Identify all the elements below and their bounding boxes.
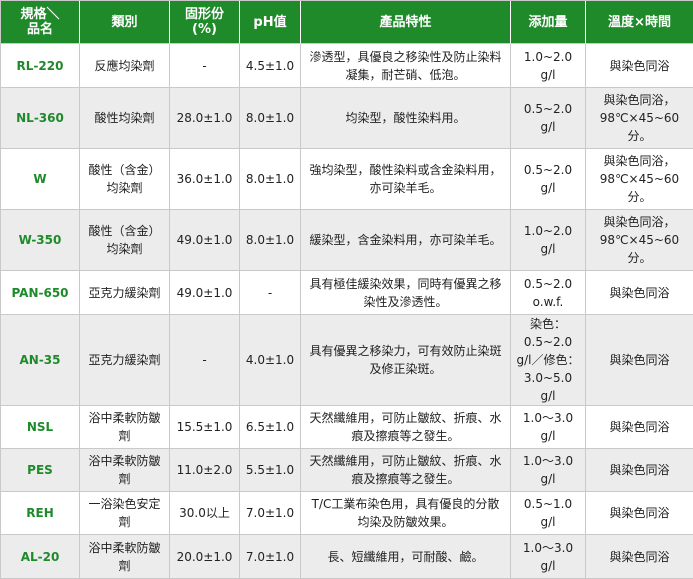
product-ph: 7.0±1.0 — [240, 492, 301, 535]
product-features: 強均染型，酸性染料或含金染料用，亦可染羊毛。 — [301, 149, 511, 210]
product-category: 亞克力緩染劑 — [80, 315, 170, 406]
product-ph: 4.5±1.0 — [240, 44, 301, 88]
product-dosage: 1.0～3.0 g/l — [511, 535, 586, 579]
product-ph: 8.0±1.0 — [240, 210, 301, 271]
header-temp-time: 溫度×時間 — [586, 1, 693, 44]
product-dosage: 1.0～3.0 g/l — [511, 406, 586, 449]
product-temp-time: 與染色同浴 — [586, 406, 693, 449]
product-solids: 49.0±1.0 — [170, 210, 240, 271]
table-row: AL-20 浴中柔軟防皺劑 20.0±1.0 7.0±1.0 長、短纖維用，可耐… — [1, 535, 693, 579]
table-row: PAN-650 亞克力緩染劑 49.0±1.0 - 具有極佳緩染效果，同時有優異… — [1, 271, 693, 315]
product-temp-time: 與染色同浴 — [586, 535, 693, 579]
product-dosage: 1.0～3.0 g/l — [511, 449, 586, 492]
product-features: 滲透型，具優良之移染性及防止染料凝集，耐芒硝、低泡。 — [301, 44, 511, 88]
product-features: 緩染型，含金染料用，亦可染羊毛。 — [301, 210, 511, 271]
product-category: 酸性（含金）均染劑 — [80, 149, 170, 210]
product-solids: 30.0以上 — [170, 492, 240, 535]
product-dosage: 1.0~2.0 g/l — [511, 210, 586, 271]
product-features: 具有極佳緩染效果，同時有優異之移染性及滲透性。 — [301, 271, 511, 315]
product-category: 一浴染色安定劑 — [80, 492, 170, 535]
product-features: 天然纖維用，可防止皺紋、折痕、水痕及擦痕等之發生。 — [301, 406, 511, 449]
product-dosage: 0.5~1.0 g/l — [511, 492, 586, 535]
header-solids: 固形份(%) — [170, 1, 240, 44]
header-dosage: 添加量 — [511, 1, 586, 44]
product-temp-time: 與染色同浴 — [586, 449, 693, 492]
product-code: NSL — [1, 406, 80, 449]
product-code: W — [1, 149, 80, 210]
product-temp-time: 與染色同浴 — [586, 492, 693, 535]
product-code: AL-20 — [1, 535, 80, 579]
product-code: RL-220 — [1, 44, 80, 88]
header-corner-bottom: 品名 — [26, 22, 53, 37]
product-temp-time: 與染色同浴，98℃×45~60分。 — [586, 88, 693, 149]
table-header-row: 規格＼ 品名 類別 固形份(%) pH值 產品特性 添加量 溫度×時間 — [1, 1, 693, 44]
table-row: NSL 浴中柔軟防皺劑 15.5±1.0 6.5±1.0 天然纖維用，可防止皺紋… — [1, 406, 693, 449]
product-temp-time: 與染色同浴，98℃×45~60分。 — [586, 149, 693, 210]
product-features: 天然纖維用，可防止皺紋、折痕、水痕及擦痕等之發生。 — [301, 449, 511, 492]
product-features: 具有優異之移染力，可有效防止染斑及修正染斑。 — [301, 315, 511, 406]
product-code: NL-360 — [1, 88, 80, 149]
product-temp-time: 與染色同浴 — [586, 44, 693, 88]
product-code: PAN-650 — [1, 271, 80, 315]
product-spec-table: 規格＼ 品名 類別 固形份(%) pH值 產品特性 添加量 溫度×時間 RL-2… — [0, 0, 693, 579]
product-features: 長、短纖維用，可耐酸、鹼。 — [301, 535, 511, 579]
product-dosage: 0.5~2.0 g/l — [511, 88, 586, 149]
table-row: W-350 酸性（含金）均染劑 49.0±1.0 8.0±1.0 緩染型，含金染… — [1, 210, 693, 271]
product-code: AN-35 — [1, 315, 80, 406]
product-solids: 11.0±2.0 — [170, 449, 240, 492]
product-category: 反應均染劑 — [80, 44, 170, 88]
product-ph: - — [240, 271, 301, 315]
header-corner: 規格＼ 品名 — [1, 1, 80, 44]
product-solids: 28.0±1.0 — [170, 88, 240, 149]
product-ph: 8.0±1.0 — [240, 149, 301, 210]
product-code: REH — [1, 492, 80, 535]
product-solids: 36.0±1.0 — [170, 149, 240, 210]
table-row: W 酸性（含金）均染劑 36.0±1.0 8.0±1.0 強均染型，酸性染料或含… — [1, 149, 693, 210]
product-category: 浴中柔軟防皺劑 — [80, 449, 170, 492]
table-row: PES 浴中柔軟防皺劑 11.0±2.0 5.5±1.0 天然纖維用，可防止皺紋… — [1, 449, 693, 492]
product-category: 浴中柔軟防皺劑 — [80, 406, 170, 449]
product-ph: 4.0±1.0 — [240, 315, 301, 406]
product-solids: 15.5±1.0 — [170, 406, 240, 449]
product-dosage: 染色：0.5~2.0 g/l／修色：3.0~5.0 g/l — [511, 315, 586, 406]
product-code: PES — [1, 449, 80, 492]
product-temp-time: 與染色同浴 — [586, 271, 693, 315]
product-features: 均染型，酸性染料用。 — [301, 88, 511, 149]
table-row: REH 一浴染色安定劑 30.0以上 7.0±1.0 T/C工業布染色用，具有優… — [1, 492, 693, 535]
table-row: RL-220 反應均染劑 - 4.5±1.0 滲透型，具優良之移染性及防止染料凝… — [1, 44, 693, 88]
product-ph: 8.0±1.0 — [240, 88, 301, 149]
product-code: W-350 — [1, 210, 80, 271]
table-row: NL-360 酸性均染劑 28.0±1.0 8.0±1.0 均染型，酸性染料用。… — [1, 88, 693, 149]
table-row: AN-35 亞克力緩染劑 - 4.0±1.0 具有優異之移染力，可有效防止染斑及… — [1, 315, 693, 406]
product-category: 亞克力緩染劑 — [80, 271, 170, 315]
product-temp-time: 與染色同浴，98℃×45~60分。 — [586, 210, 693, 271]
product-solids: - — [170, 44, 240, 88]
header-ph: pH值 — [240, 1, 301, 44]
header-features: 產品特性 — [301, 1, 511, 44]
product-features: T/C工業布染色用，具有優良的分散均染及防皺效果。 — [301, 492, 511, 535]
product-dosage: 0.5~2.0 g/l — [511, 149, 586, 210]
product-ph: 6.5±1.0 — [240, 406, 301, 449]
product-category: 浴中柔軟防皺劑 — [80, 535, 170, 579]
product-dosage: 0.5~2.0 o.w.f. — [511, 271, 586, 315]
product-solids: 20.0±1.0 — [170, 535, 240, 579]
header-category: 類別 — [80, 1, 170, 44]
product-category: 酸性均染劑 — [80, 88, 170, 149]
header-corner-top: 規格＼ — [20, 7, 60, 22]
product-dosage: 1.0~2.0 g/l — [511, 44, 586, 88]
product-ph: 5.5±1.0 — [240, 449, 301, 492]
product-temp-time: 與染色同浴 — [586, 315, 693, 406]
product-ph: 7.0±1.0 — [240, 535, 301, 579]
product-category: 酸性（含金）均染劑 — [80, 210, 170, 271]
product-solids: 49.0±1.0 — [170, 271, 240, 315]
product-solids: - — [170, 315, 240, 406]
